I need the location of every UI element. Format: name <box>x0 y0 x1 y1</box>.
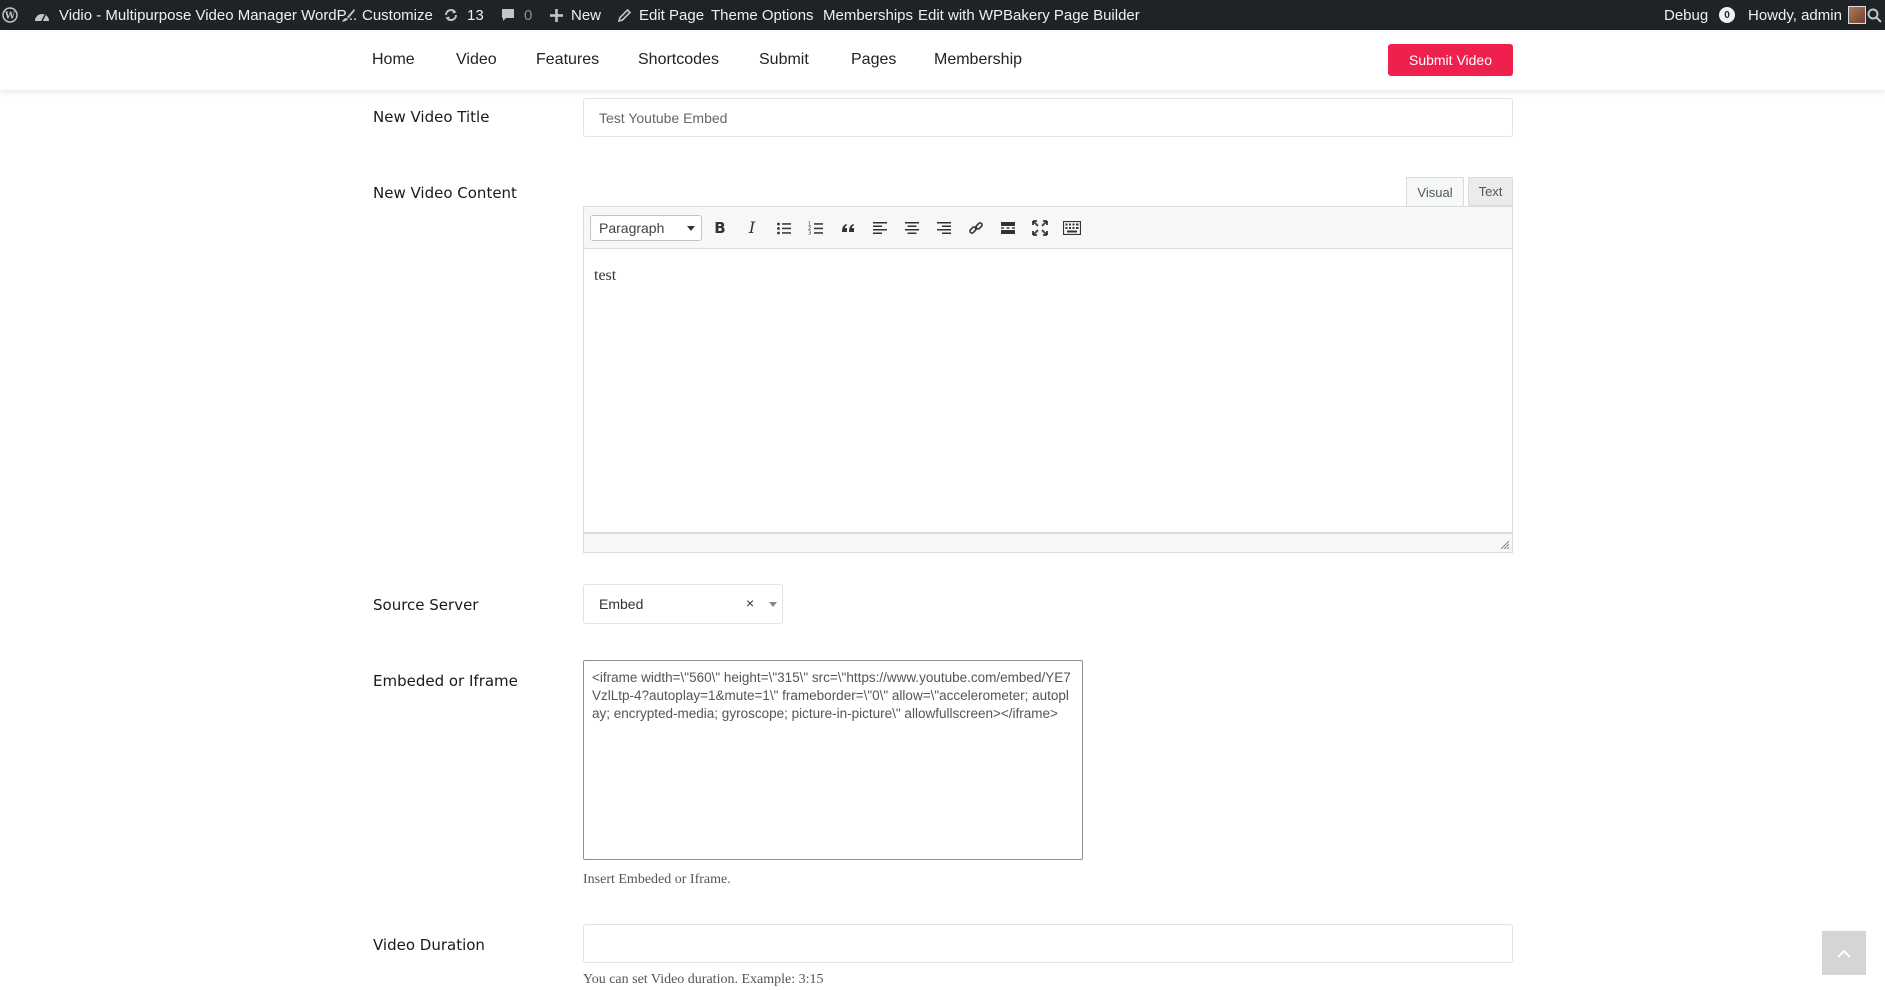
numbered-list-icon[interactable]: 123 <box>802 215 830 241</box>
clear-icon[interactable]: × <box>746 595 754 611</box>
admin-bar: W Vidio - Multipurpose Video Manager Wor… <box>0 0 1885 30</box>
svg-text:3: 3 <box>808 231 811 237</box>
duration-help-text: You can set Video duration. Example: 3:1… <box>583 972 824 987</box>
editor-body[interactable]: test <box>583 249 1513 533</box>
edit-page-link[interactable]: Edit Page <box>617 0 704 30</box>
source-server-label: Source Server <box>373 596 479 614</box>
resize-handle-icon[interactable] <box>1500 540 1509 549</box>
updates-count: 13 <box>467 6 484 24</box>
wpbakery-link[interactable]: Edit with WPBakery Page Builder <box>918 0 1140 30</box>
duration-label: Video Duration <box>373 936 485 954</box>
tab-text[interactable]: Text <box>1468 177 1513 206</box>
embed-help-text: Insert Embeded or Iframe. <box>583 872 731 887</box>
nav-submit[interactable]: Submit <box>759 30 809 90</box>
pencil-icon <box>617 8 632 23</box>
site-menu[interactable]: Vidio - Multipurpose Video Manager WordP… <box>34 0 357 30</box>
debug-link[interactable]: Debug <box>1664 0 1708 30</box>
submit-video-button[interactable]: Submit Video <box>1388 44 1513 76</box>
title-label: New Video Title <box>373 108 490 126</box>
new-label: New <box>571 6 602 24</box>
avatar <box>1847 6 1866 24</box>
align-center-icon[interactable] <box>898 215 926 241</box>
editor-content: test <box>594 267 617 284</box>
bold-icon[interactable]: B <box>706 215 734 241</box>
howdy-label: Howdy, admin <box>1748 6 1842 24</box>
customize-label: Customize <box>362 6 433 24</box>
back-to-top-button[interactable] <box>1822 931 1866 975</box>
theme-options-link[interactable]: Theme Options <box>711 0 814 30</box>
editor-toolbar: Paragraph B I 123 <box>583 206 1513 249</box>
brush-icon <box>341 8 356 23</box>
chevron-down-icon <box>687 226 695 231</box>
duration-input[interactable] <box>583 924 1513 963</box>
comment-icon <box>500 8 516 23</box>
blockquote-icon[interactable] <box>834 215 862 241</box>
link-icon[interactable] <box>962 215 990 241</box>
svg-text:B: B <box>714 220 725 236</box>
svg-text:I: I <box>748 220 756 236</box>
wordpress-logo-icon[interactable]: W <box>2 0 18 30</box>
updates-icon <box>443 7 459 23</box>
svg-text:W: W <box>4 12 16 22</box>
bullet-list-icon[interactable] <box>770 215 798 241</box>
source-server-select[interactable]: Embed × <box>583 584 783 624</box>
search-icon[interactable] <box>1867 0 1882 30</box>
account-menu[interactable]: Howdy, admin <box>1748 0 1866 30</box>
chevron-down-icon <box>769 602 777 607</box>
tab-visual[interactable]: Visual <box>1406 177 1464 207</box>
chevron-up-icon <box>1837 949 1851 958</box>
title-input[interactable]: Test Youtube Embed <box>583 98 1513 137</box>
updates-link[interactable]: 13 <box>443 0 484 30</box>
site-title: Vidio - Multipurpose Video Manager WordP… <box>59 6 358 24</box>
plus-icon <box>550 8 563 22</box>
italic-icon[interactable]: I <box>738 215 766 241</box>
editor-statusbar <box>583 533 1513 553</box>
toolbar-toggle-icon[interactable] <box>1058 215 1086 241</box>
nav-shortcodes[interactable]: Shortcodes <box>638 30 719 90</box>
content-label: New Video Content <box>373 184 517 202</box>
embed-label: Embeded or Iframe <box>373 672 518 690</box>
edit-page-label: Edit Page <box>639 6 705 24</box>
customize-link[interactable]: Customize <box>341 0 433 30</box>
dashboard-icon <box>34 8 50 22</box>
align-left-icon[interactable] <box>866 215 894 241</box>
title-value: Test Youtube Embed <box>599 109 728 126</box>
source-server-value: Embed <box>599 596 644 612</box>
fullscreen-icon[interactable] <box>1026 215 1054 241</box>
nav-pages[interactable]: Pages <box>851 30 896 90</box>
comments-count: 0 <box>524 6 533 24</box>
main-nav: Home Video Features Shortcodes Submit Pa… <box>0 30 1885 90</box>
nav-home[interactable]: Home <box>372 30 415 90</box>
notification-count-badge: 0 <box>1719 7 1735 23</box>
nav-features[interactable]: Features <box>536 30 599 90</box>
comments-link[interactable]: 0 <box>500 0 532 30</box>
format-select[interactable]: Paragraph <box>590 215 702 241</box>
format-select-value: Paragraph <box>599 220 665 236</box>
align-right-icon[interactable] <box>930 215 958 241</box>
new-content-link[interactable]: New <box>550 0 601 30</box>
memberships-link[interactable]: Memberships <box>823 0 913 30</box>
nav-video[interactable]: Video <box>456 30 497 90</box>
read-more-icon[interactable] <box>994 215 1022 241</box>
notifications-link[interactable]: 0 <box>1719 0 1735 30</box>
embed-textarea[interactable]: <iframe width=\"560\" height=\"315\" src… <box>583 660 1083 860</box>
nav-membership[interactable]: Membership <box>934 30 1022 90</box>
